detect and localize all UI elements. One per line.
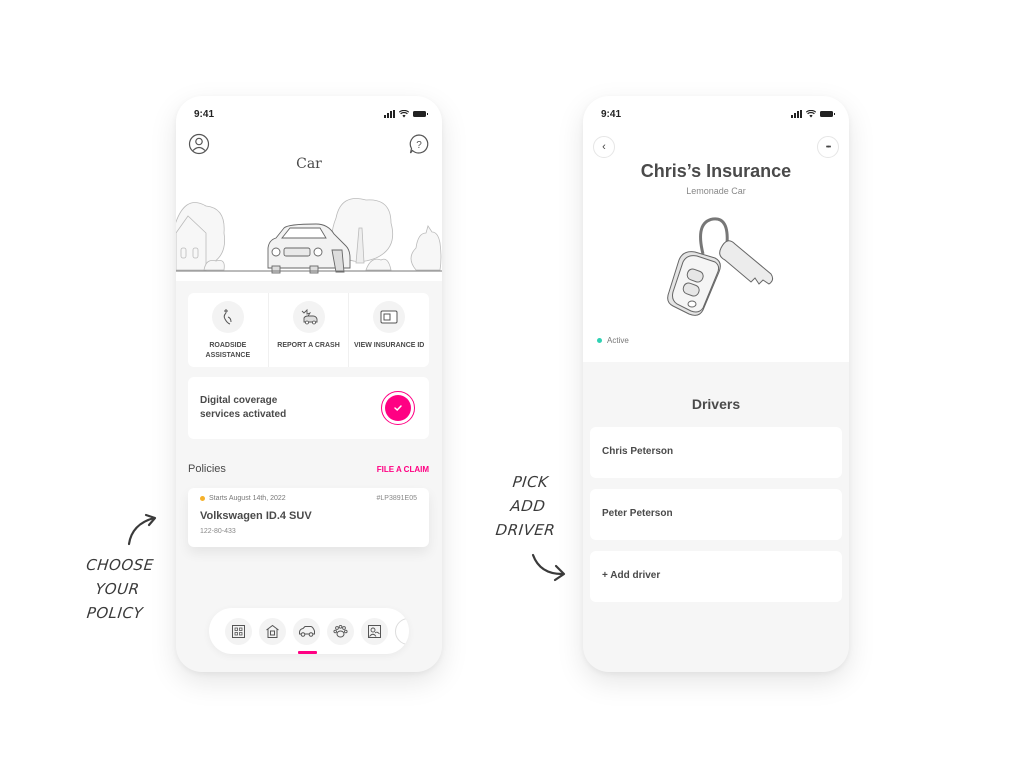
roadside-assistance-icon: [211, 301, 244, 333]
annotation-line: YOUR: [94, 580, 141, 598]
curved-arrow-up-right-icon: [127, 513, 157, 546]
help-button[interactable]: ?: [408, 133, 430, 155]
back-button[interactable]: ‹: [593, 136, 615, 158]
status-icons: [384, 110, 428, 118]
nav-pet[interactable]: [327, 618, 354, 645]
more-options-button[interactable]: •••: [817, 136, 839, 158]
driver-name: Peter Peterson: [602, 508, 673, 519]
help-question-icon: ?: [409, 134, 429, 154]
coverage-toggle[interactable]: [381, 391, 415, 425]
nav-renters[interactable]: [225, 618, 252, 645]
policy-status-label: Active: [607, 336, 629, 345]
policy-id: #LP3891E05: [376, 495, 417, 502]
annotation-line: POLICY: [85, 604, 145, 622]
check-icon: [394, 405, 402, 412]
policy-title: Chris’s Insurance: [640, 161, 792, 181]
pick-add-driver-annotation: PICK ADD DRIVER: [493, 470, 563, 542]
policy-start-status: Starts August 14th, 2022: [200, 495, 286, 502]
choose-policy-annotation: CHOOSE YOUR POLICY: [76, 553, 159, 625]
pending-status-dot: [200, 496, 205, 501]
car-icon: [298, 626, 315, 637]
wifi-icon: [399, 110, 409, 118]
policy-vehicle-name: Volkswagen ID.4 SUV: [200, 510, 312, 522]
policy-header-area: 9:41 ‹ ••• Chris’s Insurance Lemonade Ca…: [583, 96, 849, 362]
file-claim-link[interactable]: FILE A CLAIM: [377, 465, 429, 474]
active-status-dot: [597, 338, 602, 343]
report-crash-label: Report a Crash: [277, 342, 340, 349]
policy-status: Active: [597, 336, 629, 345]
roadside-assistance-label: Roadside Assistance: [205, 342, 251, 359]
policy-start-date: Starts August 14th, 2022: [209, 495, 286, 502]
driver-list-item[interactable]: Peter Peterson: [590, 489, 842, 540]
header-area: 9:41 ? Car: [176, 96, 442, 281]
driver-list-item[interactable]: Chris Peterson: [590, 427, 842, 478]
insurance-id-icon: [373, 301, 406, 333]
coverage-status-card: Digital coverage services activated: [188, 377, 429, 439]
status-time: 9:41: [194, 109, 215, 120]
chevron-left-icon: ‹: [602, 141, 606, 153]
status-icons: [791, 110, 835, 118]
annotation-line: PICK: [511, 473, 550, 491]
add-driver-button[interactable]: + Add driver: [590, 551, 842, 602]
policy-card[interactable]: Starts August 14th, 2022 #LP3891E05 Volk…: [188, 488, 429, 547]
nav-car[interactable]: [293, 618, 320, 645]
pet-paw-icon: [333, 624, 348, 638]
car-keys-illustration: [667, 217, 774, 316]
policy-detail-screen: 9:41 ‹ ••• Chris’s Insurance Lemonade Ca…: [583, 96, 849, 672]
battery-icon: [413, 111, 428, 117]
status-bar: 9:41: [583, 96, 849, 132]
coverage-status-text: Digital coverage services activated: [200, 395, 287, 420]
status-bar: 9:41: [176, 96, 442, 132]
car-home-screen: 9:41 ? Car ROADSIDE ASSISTANCE REPORT A …: [176, 96, 442, 672]
curved-arrow-down-right-icon: [531, 553, 566, 582]
nav-life[interactable]: [361, 618, 388, 645]
product-nav-bar: [209, 608, 409, 654]
page-title: Car: [296, 156, 322, 172]
report-crash-button[interactable]: Report a Crash: [269, 293, 350, 367]
nav-home[interactable]: [259, 618, 286, 645]
driver-name: Chris Peterson: [602, 446, 674, 457]
nav-more-partial[interactable]: [395, 618, 409, 645]
annotation-line: ADD: [509, 497, 547, 515]
svg-text:?: ?: [416, 140, 422, 151]
quick-actions-card: Roadside Assistance Report a Crash View …: [188, 293, 429, 367]
annotation-line: CHOOSE: [85, 556, 155, 574]
home-icon: [266, 624, 279, 638]
life-photo-icon: [368, 625, 381, 638]
more-dots-icon: •••: [825, 143, 831, 151]
status-time: 9:41: [601, 109, 622, 120]
view-insurance-id-button[interactable]: View Insurance ID: [349, 293, 429, 367]
policy-number: 122-80-433: [200, 528, 236, 535]
battery-icon: [820, 111, 835, 117]
drivers-section-title: Drivers: [691, 396, 741, 412]
policies-header: Policies FILE A CLAIM: [188, 463, 429, 475]
signal-icon: [384, 110, 395, 118]
active-tab-indicator: [298, 651, 317, 654]
car-street-illustration: [176, 198, 442, 274]
view-insurance-id-label: View Insurance ID: [353, 342, 425, 349]
policies-title: Policies: [188, 463, 226, 475]
profile-button[interactable]: [188, 133, 210, 155]
add-driver-label: + Add driver: [602, 570, 661, 581]
roadside-assistance-button[interactable]: Roadside Assistance: [188, 293, 269, 367]
report-crash-icon: [292, 301, 325, 333]
annotation-line: DRIVER: [494, 521, 557, 539]
user-profile-icon: [188, 133, 210, 155]
signal-icon: [791, 110, 802, 118]
renters-building-icon: [232, 625, 245, 638]
policy-subtitle: Lemonade Car: [686, 186, 746, 196]
wifi-icon: [806, 110, 816, 118]
